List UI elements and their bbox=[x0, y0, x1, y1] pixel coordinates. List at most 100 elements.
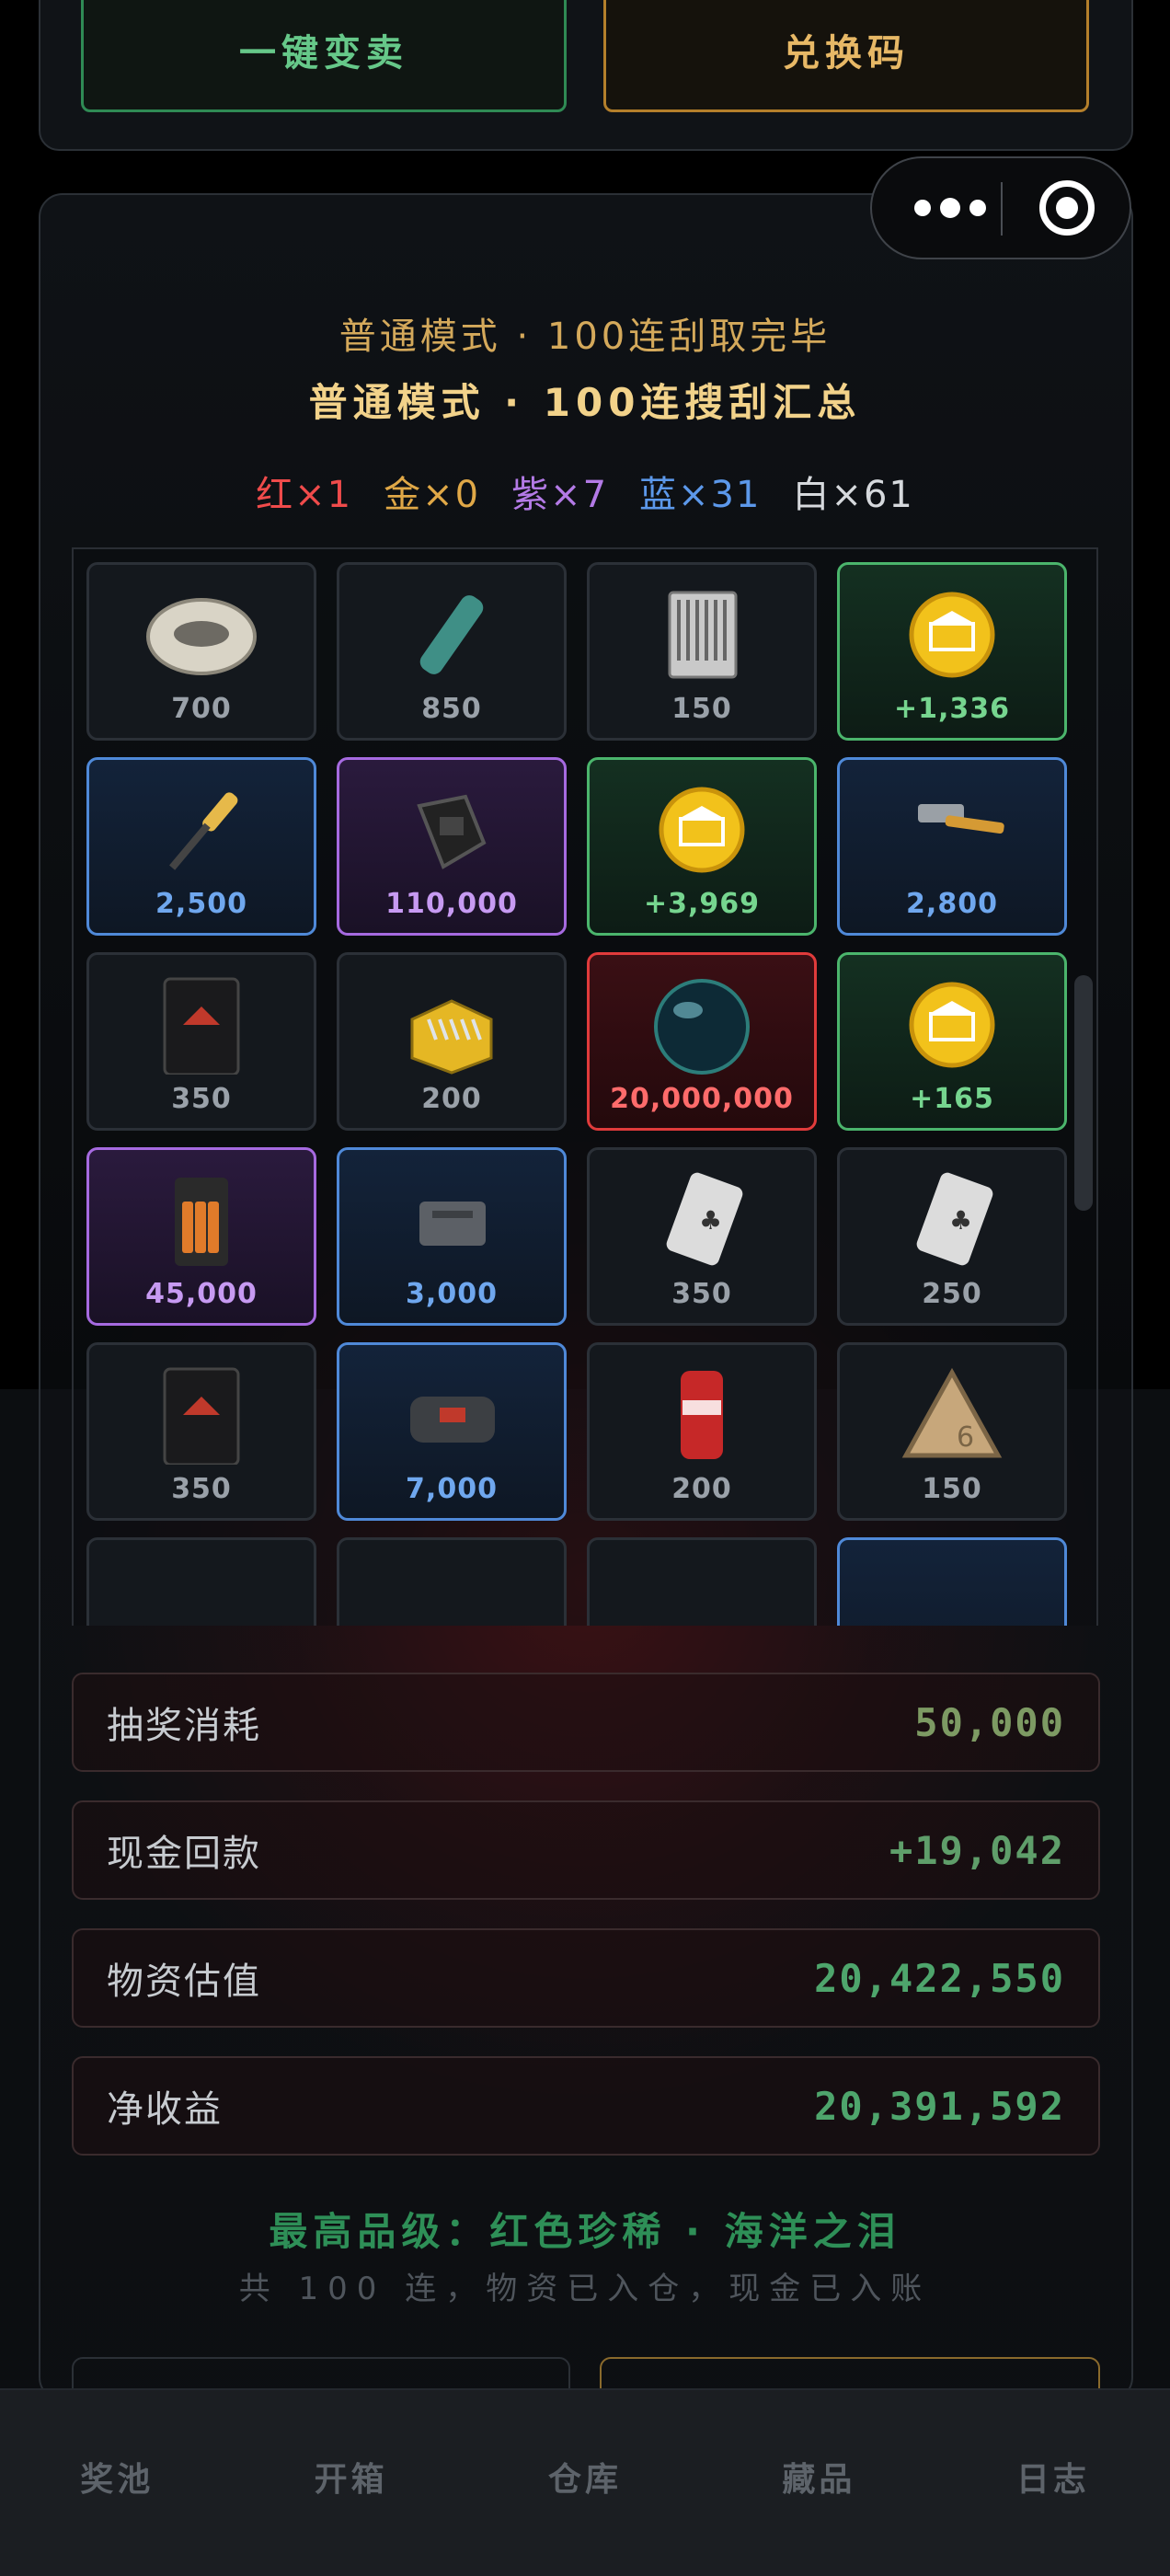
summary-row-item-value: 物资估值 20,422,550 bbox=[72, 1928, 1100, 2028]
tab-collection[interactable]: 藏品 bbox=[702, 2390, 935, 2576]
result-subtitle: 普通模式 · 100连刮取完毕 bbox=[338, 316, 832, 358]
summary-value: 20,422,550 bbox=[814, 1955, 1065, 2001]
sell-all-button[interactable]: 一键变卖 bbox=[81, 0, 567, 112]
bottom-tab-bar: 奖池 开箱 仓库 藏品 日志 bbox=[0, 2388, 1170, 2576]
black-device-icon bbox=[417, 794, 487, 869]
coffee-bag-icon bbox=[163, 977, 240, 1075]
item-cell[interactable]: 6 150 bbox=[837, 1342, 1067, 1521]
item-cell[interactable]: +165 bbox=[837, 952, 1067, 1131]
item-value: 150 bbox=[671, 693, 732, 725]
summary-row-net-profit: 净收益 20,391,592 bbox=[72, 2056, 1100, 2156]
item-cell[interactable]: 700 bbox=[86, 562, 316, 741]
tab-open-box[interactable]: 开箱 bbox=[234, 2390, 467, 2576]
playing-card-icon: ♣ bbox=[916, 1172, 993, 1266]
item-cell[interactable]: +1,336 bbox=[837, 562, 1067, 741]
item-value: 350 bbox=[671, 1278, 732, 1310]
summary-value: +19,042 bbox=[889, 1827, 1065, 1873]
grid-scrollbar[interactable] bbox=[1074, 975, 1093, 1211]
duffel-bag-icon bbox=[410, 1397, 495, 1443]
item-value: +1,336 bbox=[893, 693, 1011, 725]
playing-card-icon: ♣ bbox=[666, 1172, 743, 1266]
item-value: 200 bbox=[421, 1083, 482, 1115]
item-cell-partial[interactable] bbox=[337, 1537, 567, 1626]
item-value: 20,000,000 bbox=[610, 1083, 794, 1115]
hammer-icon bbox=[918, 804, 1004, 834]
redeem-code-button[interactable]: 兑换码 bbox=[603, 0, 1089, 112]
item-cell[interactable]: 45,000 bbox=[86, 1147, 316, 1326]
triangle-badge-icon: 6 bbox=[901, 1367, 1003, 1458]
item-value: 350 bbox=[171, 1083, 232, 1115]
item-cell[interactable]: 7,000 bbox=[337, 1342, 567, 1521]
miniprogram-capsule bbox=[870, 156, 1131, 259]
item-cell[interactable]: 20,000,000 bbox=[587, 952, 817, 1131]
item-value: +3,969 bbox=[643, 888, 761, 920]
summary-label: 抽奖消耗 bbox=[107, 1705, 261, 1747]
item-cell[interactable]: 200 bbox=[337, 952, 567, 1131]
close-miniprogram-icon[interactable] bbox=[1039, 180, 1095, 236]
item-cell[interactable]: ♣ 350 bbox=[587, 1147, 817, 1326]
item-value: 200 bbox=[671, 1473, 732, 1505]
summary-label: 现金回款 bbox=[107, 1833, 261, 1875]
matchbook-icon bbox=[668, 591, 738, 679]
item-value: 2,500 bbox=[155, 888, 247, 920]
summary-value: 50,000 bbox=[914, 1699, 1065, 1745]
item-cell-partial[interactable] bbox=[587, 1537, 817, 1626]
summary-label: 物资估值 bbox=[107, 1961, 261, 2003]
item-cell[interactable]: 2,800 bbox=[837, 757, 1067, 936]
item-value: 45,000 bbox=[145, 1278, 258, 1310]
svg-text:♣: ♣ bbox=[699, 1205, 722, 1236]
item-cell[interactable]: 350 bbox=[86, 1342, 316, 1521]
item-cell[interactable]: 110,000 bbox=[337, 757, 567, 936]
rarity-counts: 红×1 金×0 紫×7 蓝×31 白×61 bbox=[0, 465, 1170, 518]
item-value: 150 bbox=[922, 1473, 982, 1505]
count-purple: 紫×7 bbox=[511, 474, 609, 516]
item-cell[interactable]: 850 bbox=[337, 562, 567, 741]
more-options-icon[interactable] bbox=[907, 158, 993, 258]
gold-coin-icon bbox=[659, 787, 745, 873]
item-cell[interactable]: 2,500 bbox=[86, 757, 316, 936]
coffee-bag-icon bbox=[163, 1367, 240, 1465]
item-value: 7,000 bbox=[406, 1473, 498, 1505]
item-cell-partial[interactable] bbox=[86, 1537, 316, 1626]
nail-box-icon bbox=[410, 999, 493, 1075]
item-value: 3,000 bbox=[406, 1278, 498, 1310]
silver-brooch-icon bbox=[146, 598, 257, 675]
gold-coin-icon bbox=[909, 982, 995, 1068]
item-value: +165 bbox=[910, 1083, 994, 1115]
tab-log[interactable]: 日志 bbox=[936, 2390, 1170, 2576]
item-cell[interactable]: +3,969 bbox=[587, 757, 817, 936]
item-value: 350 bbox=[171, 1473, 232, 1505]
summary-row-cash-return: 现金回款 +19,042 bbox=[72, 1800, 1100, 1900]
item-grid-viewport[interactable]: 700 850 150 +1,336 2,500 110,000 +3,969 2,800 35… bbox=[72, 547, 1098, 1626]
capsule-divider bbox=[1001, 182, 1003, 236]
item-cell[interactable]: 3,000 bbox=[337, 1147, 567, 1326]
item-cell-partial[interactable] bbox=[837, 1537, 1067, 1626]
count-blue: 蓝×31 bbox=[639, 474, 762, 516]
item-value: 250 bbox=[922, 1278, 982, 1310]
item-value: 850 bbox=[421, 693, 482, 725]
top-action-card: 一键变卖 兑换码 bbox=[39, 0, 1133, 151]
summary-label: 净收益 bbox=[107, 2088, 223, 2131]
item-cell[interactable]: 200 bbox=[587, 1342, 817, 1521]
tab-prize-pool[interactable]: 奖池 bbox=[0, 2390, 234, 2576]
item-value: 110,000 bbox=[385, 888, 518, 920]
item-cell[interactable]: ♣ 250 bbox=[837, 1147, 1067, 1326]
soda-can-icon bbox=[681, 1371, 723, 1459]
item-cell[interactable]: 150 bbox=[587, 562, 817, 741]
tab-warehouse[interactable]: 仓库 bbox=[468, 2390, 702, 2576]
battery-pack-icon bbox=[175, 1178, 228, 1266]
best-rarity-line: 最高品级：红色珍稀 · 海洋之泪 bbox=[269, 2209, 901, 2254]
count-gold: 金×0 bbox=[384, 474, 481, 516]
svg-text:6: 6 bbox=[957, 1421, 974, 1454]
green-tube-icon bbox=[419, 595, 484, 674]
count-white: 白×61 bbox=[792, 474, 914, 516]
count-red: 红×1 bbox=[256, 474, 353, 516]
summary-value: 20,391,592 bbox=[814, 2083, 1065, 2129]
item-cell[interactable]: 350 bbox=[86, 952, 316, 1131]
ocean-tear-orb-icon bbox=[654, 979, 750, 1075]
gold-coin-icon bbox=[909, 592, 995, 678]
item-value: 2,800 bbox=[906, 888, 998, 920]
storage-note: 共 100 连，物资已入仓，现金已入账 bbox=[238, 2271, 932, 2307]
screwdriver-icon bbox=[169, 792, 238, 870]
result-title: 普通模式 · 100连搜刮汇总 bbox=[308, 380, 862, 425]
